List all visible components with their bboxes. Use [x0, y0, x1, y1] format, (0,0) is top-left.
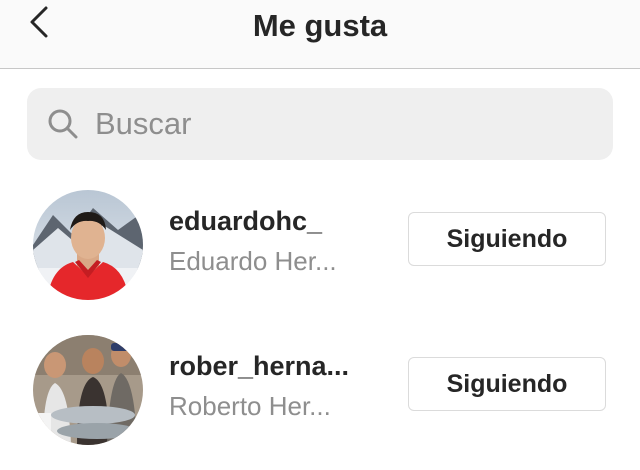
- list-item: eduardohc_ Eduardo Her... Siguiendo: [0, 190, 640, 310]
- page-title: Me gusta: [252, 8, 388, 43]
- search-icon: [48, 109, 78, 139]
- list-item: rober_herna... Roberto Her... Siguiendo: [0, 335, 640, 455]
- avatar[interactable]: [33, 335, 143, 445]
- profile-photo: [33, 190, 143, 300]
- following-button[interactable]: Siguiendo: [408, 212, 606, 266]
- navigation-bar: Me gusta: [0, 0, 640, 69]
- search-bar[interactable]: [27, 88, 613, 160]
- username[interactable]: rober_herna...: [169, 351, 349, 382]
- following-button[interactable]: Siguiendo: [408, 357, 606, 411]
- username[interactable]: eduardohc_: [169, 206, 322, 237]
- full-name: Eduardo Her...: [169, 246, 337, 276]
- search-input[interactable]: [95, 100, 595, 148]
- avatar[interactable]: [33, 190, 143, 300]
- profile-photo: [33, 335, 143, 445]
- full-name: Roberto Her...: [169, 391, 331, 421]
